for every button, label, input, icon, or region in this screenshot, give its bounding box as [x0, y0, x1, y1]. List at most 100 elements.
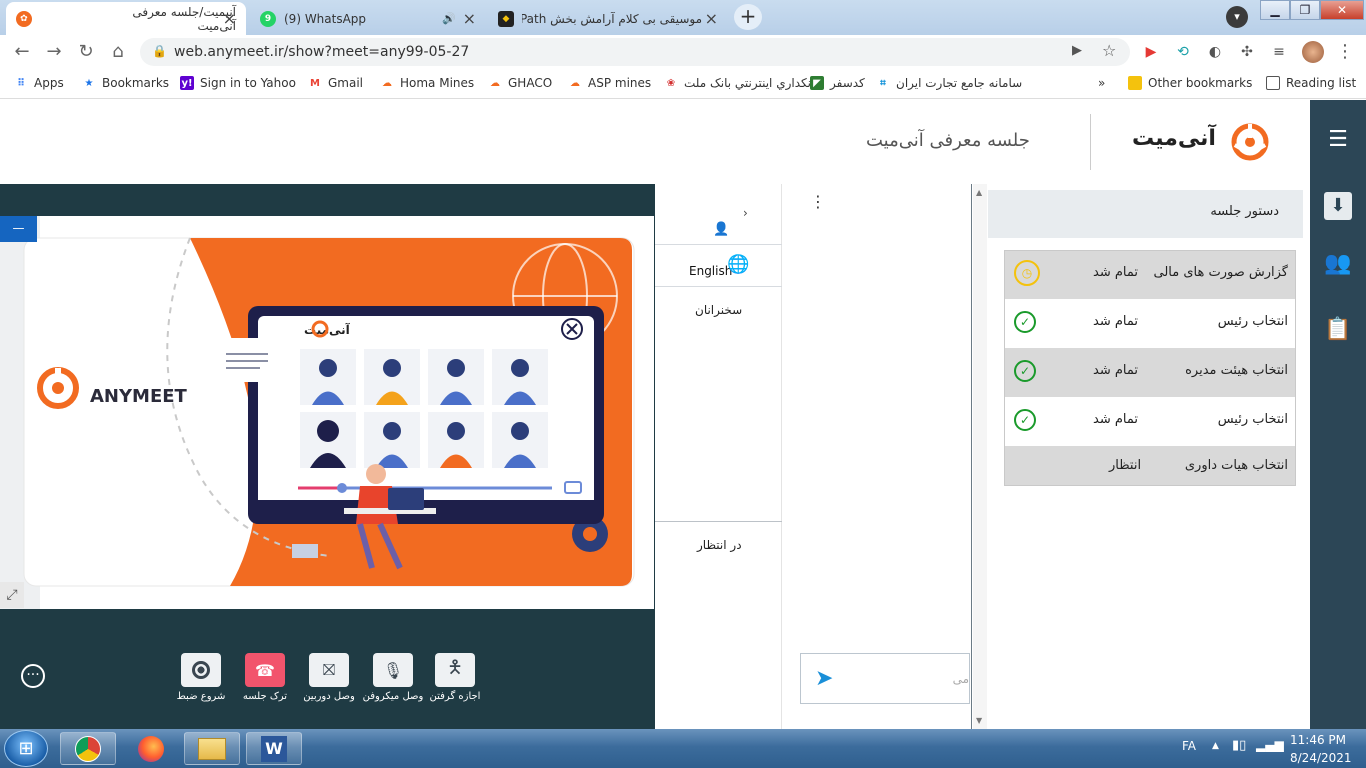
meeting-controls: ··· شروع ضبط ☎ ترک جلسه ⛝ وصل دوربین 🎙 و… — [0, 609, 655, 729]
shared-slide: ANYMEET آنی‌میت ⤢ — [0, 216, 654, 609]
extension-sync-icon[interactable]: ⟲ — [1174, 43, 1192, 61]
agenda-item[interactable]: ✓ تمام شد انتخاب رئیس — [1005, 397, 1296, 446]
codesafar-icon: ◤ — [810, 76, 824, 90]
brand-name: آنی‌میت — [1132, 126, 1216, 151]
maximize-window-button[interactable]: ❐ — [1290, 0, 1320, 20]
chat-menu-kebab-icon[interactable]: ⋮ — [810, 192, 826, 211]
reading-list[interactable]: Reading list — [1266, 76, 1356, 90]
bookmark-mellat[interactable]: ❀ بانکداري اينترنتي بانک ملت — [664, 76, 818, 90]
agenda-title: دستور جلسه — [1210, 204, 1279, 219]
close-tab-icon[interactable]: × — [705, 9, 718, 28]
folder-icon — [1128, 76, 1142, 90]
minimize-video-button[interactable]: — — [0, 216, 37, 242]
tab-music[interactable]: ◆ موسیقی بی کلام آرامش بخش Seven Path × — [488, 2, 728, 35]
camera-blocked-icon[interactable]: ▶ — [1072, 43, 1082, 58]
network-icon[interactable]: ▮▯ — [1232, 738, 1246, 753]
start-recording-button[interactable] — [181, 653, 221, 687]
archive-download-icon[interactable]: ⬇ — [1324, 192, 1352, 220]
fullscreen-icon[interactable]: ⤢ — [0, 582, 24, 608]
chat-area: ⋮ ➤ می — [786, 184, 970, 729]
tab-anymeet[interactable]: ✿ آنیمیت/جلسه معرفی آنی‌میت × — [6, 2, 246, 35]
tray-expand-icon[interactable]: ▲ — [1212, 741, 1219, 751]
bookmark-ntsw[interactable]: ⌗ سامانه جامع تجارت ایران — [876, 76, 1022, 90]
extension-red-icon[interactable]: ▶ — [1142, 43, 1160, 61]
taskbar-firefox[interactable] — [134, 733, 168, 765]
clipboard-icon[interactable]: 📋 — [1324, 316, 1352, 344]
menu-kebab-icon[interactable]: ⋮ — [1336, 43, 1354, 61]
back-icon[interactable]: ← — [10, 41, 34, 63]
collapse-chevron-icon[interactable]: › — [743, 206, 748, 220]
bookmark-homa-mines[interactable]: ☁ Homa Mines — [380, 76, 474, 90]
check-circle-icon: ✓ — [1014, 409, 1036, 431]
close-tab-icon[interactable]: × — [223, 9, 236, 28]
whatsapp-favicon-icon: 9 — [260, 10, 276, 27]
right-sidebar: ☰ ⬇ 👥 📋 — [1310, 100, 1366, 729]
close-window-button[interactable]: ✕ — [1320, 0, 1364, 20]
raise-hand-label: اجازه گرفتن — [429, 691, 481, 702]
clock-date[interactable]: 8/24/2021 — [1290, 751, 1352, 765]
new-tab-button[interactable]: + — [734, 4, 762, 30]
tab-whatsapp[interactable]: 9 (9) WhatsApp 🔊 × — [250, 2, 486, 35]
hamburger-menu-icon[interactable]: ☰ — [1324, 126, 1352, 154]
leave-meeting-button[interactable]: ☎ — [245, 653, 285, 687]
cloud-icon: ☁ — [490, 77, 500, 89]
agenda-item-title: انتخاب رئیس — [1217, 412, 1288, 427]
users-group-icon[interactable]: 👥 — [1324, 250, 1352, 278]
send-icon[interactable]: ➤ — [815, 666, 833, 691]
agenda-item[interactable]: ✓ تمام شد انتخاب رئیس — [1005, 299, 1296, 348]
signal-icon[interactable]: ▂▄▆ — [1256, 738, 1284, 752]
tab-search-icon[interactable]: ▾ — [1226, 6, 1248, 28]
connect-microphone-button[interactable]: 🎙 — [373, 653, 413, 687]
close-tab-icon[interactable]: × — [463, 9, 476, 28]
raise-hand-button[interactable]: 🯅 — [435, 653, 475, 687]
extension-dark-icon[interactable]: ◐ — [1206, 43, 1224, 61]
bookmark-ghaco[interactable]: ☁ GHACO — [488, 76, 552, 90]
minimize-window-button[interactable]: ▁ — [1260, 0, 1290, 20]
media-control-icon[interactable]: ≡ — [1270, 43, 1288, 61]
bookmark-codesafar[interactable]: ◤ کدسفر — [810, 76, 865, 90]
bookmarks-more-chevron[interactable]: » — [1098, 76, 1105, 90]
tab-title: موسیقی بی کلام آرامش بخش Seven Path — [522, 11, 702, 26]
leave-meeting-label: ترک جلسه — [242, 691, 288, 702]
connect-camera-button[interactable]: ⛝ — [309, 653, 349, 687]
connect-camera-label: وصل دوربین — [303, 691, 355, 702]
taskbar-word[interactable]: W — [246, 732, 302, 765]
bookmark-asp-mines[interactable]: ☁ ASP mines — [568, 76, 651, 90]
seven-path-favicon-icon: ◆ — [498, 10, 514, 27]
taskbar-chrome[interactable] — [60, 732, 116, 765]
record-icon — [192, 661, 210, 679]
bookmark-bookmarks[interactable]: ★ Bookmarks — [82, 76, 170, 90]
agenda-scrollbar[interactable]: ▲ ▼ — [973, 184, 987, 729]
home-icon[interactable]: ⌂ — [106, 41, 130, 63]
anymeet-favicon-icon: ✿ — [16, 10, 32, 27]
speakers-panel: › 👤 English 🌐 سخنرانان در انتظار — [655, 184, 782, 729]
bookmark-star-icon[interactable]: ☆ — [1102, 41, 1116, 60]
more-options-icon[interactable]: ··· — [21, 664, 45, 688]
bookmarks-bar: ⠿ Apps ★ Bookmarks y! Sign in to Yahoo M Gma… — [0, 69, 1366, 99]
agenda-item[interactable]: ✓ تمام شد انتخاب هیئت مدیره — [1005, 348, 1296, 397]
bookmark-apps[interactable]: ⠿ Apps — [14, 76, 64, 90]
chat-input[interactable]: ➤ می — [800, 653, 970, 704]
windows-taskbar: ⊞ W FA ▲ ▮▯ ▂▄▆ 11:46 PM 8/24/2021 — [0, 729, 1366, 768]
ntsw-icon: ⌗ — [880, 77, 886, 89]
browser-tab-strip: ✿ آنیمیت/جلسه معرفی آنی‌میت × 9 (9) What… — [0, 0, 1366, 35]
bookmark-gmail[interactable]: M Gmail — [308, 76, 363, 90]
other-bookmarks[interactable]: Other bookmarks — [1128, 76, 1252, 90]
clock-time[interactable]: 11:46 PM — [1290, 733, 1346, 747]
language-indicator[interactable]: FA — [1182, 739, 1196, 753]
taskbar-explorer[interactable] — [184, 732, 240, 765]
profile-avatar[interactable] — [1302, 41, 1324, 63]
reload-icon[interactable]: ↻ — [74, 41, 98, 63]
forward-icon[interactable]: → — [42, 41, 66, 63]
camera-off-icon: ⛝ — [322, 660, 336, 679]
address-bar[interactable]: 🔒 web.anymeet.ir/show?meet=any99-05-27 ▶… — [140, 38, 1130, 66]
language-label[interactable]: English — [689, 264, 732, 278]
meeting-title: جلسه معرفی آنی‌میت — [866, 130, 1030, 151]
start-button[interactable]: ⊞ — [4, 730, 48, 767]
agenda-item[interactable]: انتظار انتخاب هیات داوری — [1005, 446, 1296, 486]
extensions-puzzle-icon[interactable]: ✣ — [1238, 43, 1256, 61]
chat-placeholder: می — [952, 672, 969, 686]
agenda-item[interactable]: ◷ تمام شد گزارش صورت های مالی — [1005, 250, 1296, 299]
bookmark-yahoo[interactable]: y! Sign in to Yahoo — [180, 76, 296, 90]
globe-icon[interactable]: 🌐 — [727, 254, 749, 275]
